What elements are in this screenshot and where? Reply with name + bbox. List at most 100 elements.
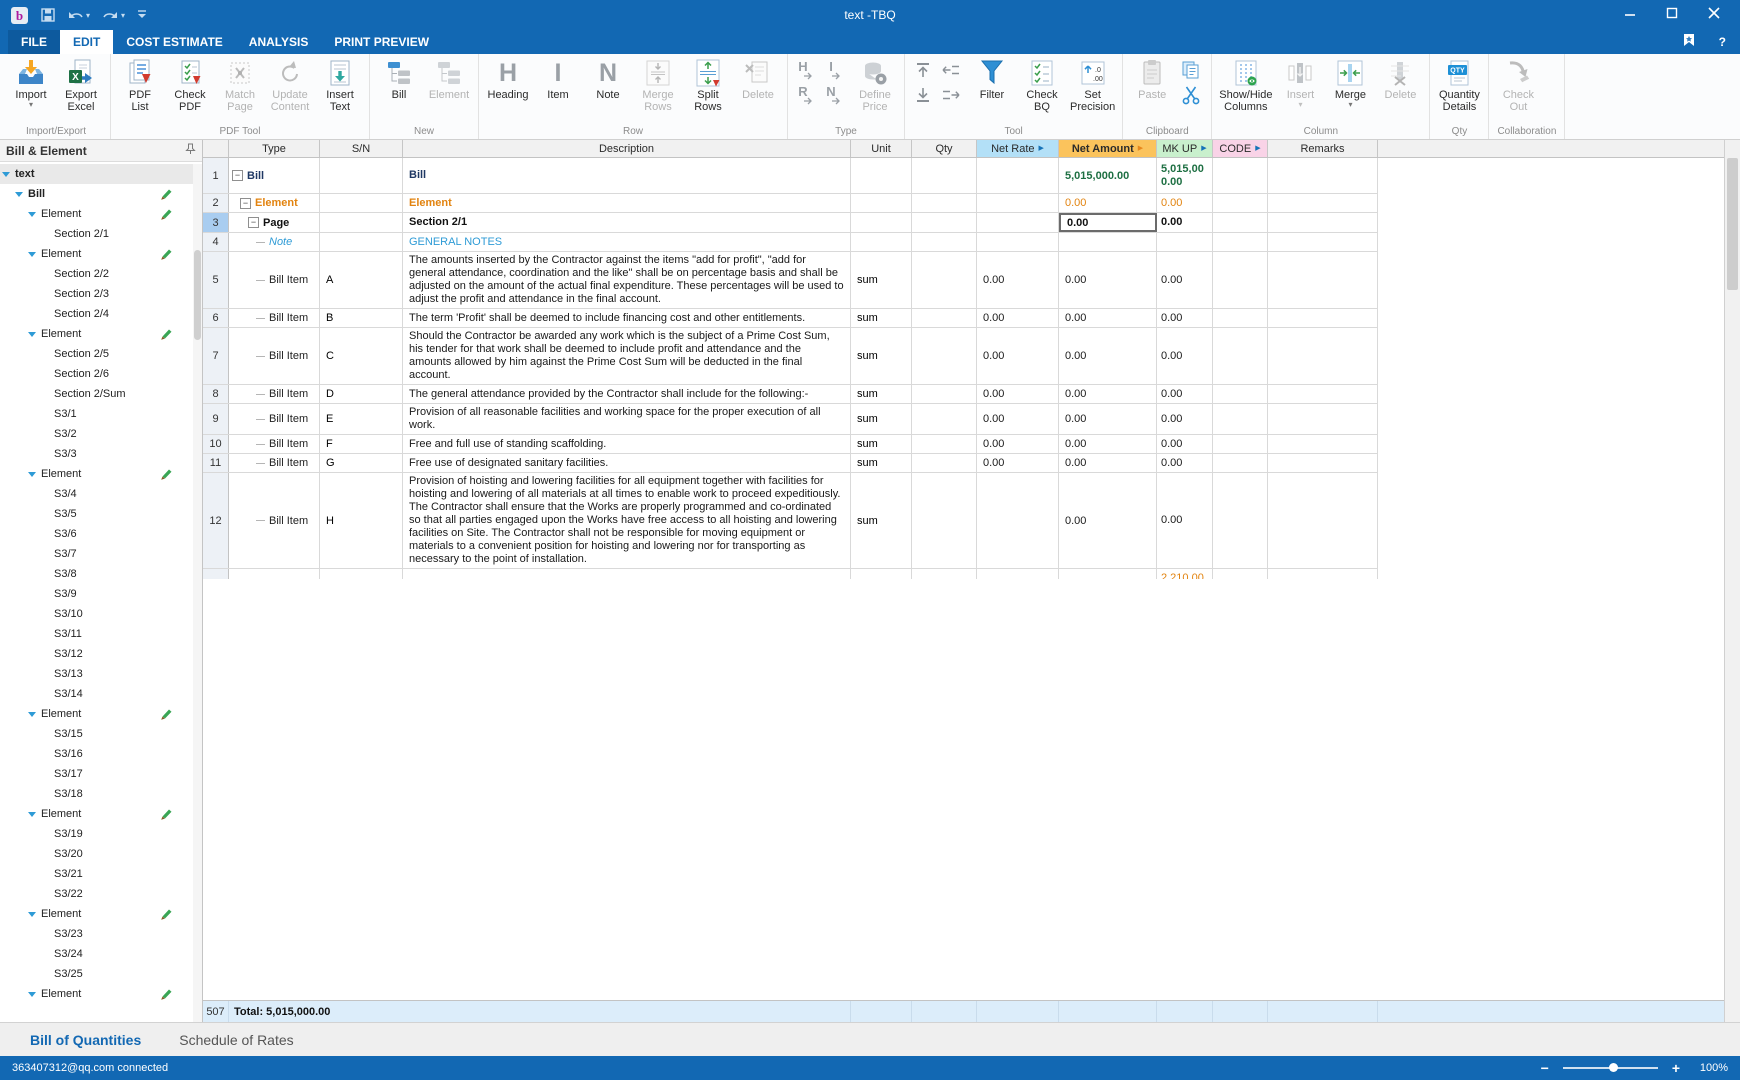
cell-unit[interactable]: sum — [851, 252, 912, 308]
tree-item-s3-7[interactable]: S3/7 — [0, 544, 202, 564]
column-header-s-n[interactable]: S/N — [320, 140, 403, 157]
cell-mkup[interactable]: 0.00 — [1157, 473, 1213, 568]
cell-unit[interactable] — [851, 233, 912, 251]
cell-net-amount[interactable]: 5,015,000.00 — [1059, 158, 1157, 193]
tree-item-section-2-4[interactable]: Section 2/4 — [0, 304, 202, 324]
tree-item-s3-10[interactable]: S3/10 — [0, 604, 202, 624]
ribbon-button-filter[interactable]: Filter — [967, 55, 1017, 101]
redo-caret-icon[interactable]: ▾ — [121, 11, 125, 20]
cell-description[interactable]: GENERAL NOTES — [403, 233, 851, 251]
edit-pencil-icon[interactable] — [158, 807, 172, 824]
edit-pencil-icon[interactable] — [158, 467, 172, 484]
cell-net-amount[interactable]: 0.00 — [1059, 473, 1157, 568]
tree-item-s3-17[interactable]: S3/17 — [0, 764, 202, 784]
tree-item-s3-5[interactable]: S3/5 — [0, 504, 202, 524]
chevron-down-icon[interactable] — [28, 252, 36, 257]
ribbon-button-note[interactable]: NNote — [583, 55, 633, 101]
cell-net-rate[interactable]: 0.00 — [977, 385, 1059, 403]
chevron-down-icon[interactable] — [28, 992, 36, 997]
cell-type[interactable]: −Bill — [229, 158, 320, 193]
chevron-down-icon[interactable] — [28, 812, 36, 817]
tree-item-bill[interactable]: Bill — [0, 184, 202, 204]
tree-item-s3-1[interactable]: S3/1 — [0, 404, 202, 424]
cell-net-rate[interactable]: 0.00 — [977, 404, 1059, 434]
ribbon-button-insert-text[interactable]: Insert Text — [315, 55, 365, 113]
cell-code[interactable] — [1213, 194, 1268, 212]
tree-item-element[interactable]: Element — [0, 324, 202, 344]
cell-type[interactable]: Bill Item — [229, 435, 320, 453]
column-header-code[interactable]: CODE▶ — [1213, 140, 1268, 157]
row-number[interactable]: 4 — [203, 233, 229, 251]
tab-edit[interactable]: EDIT — [60, 30, 113, 54]
cell-description[interactable]: Provision of all reasonable facilities a… — [403, 404, 851, 434]
chevron-down-icon[interactable] — [28, 912, 36, 917]
cell-mkup[interactable]: 0.00 — [1157, 404, 1213, 434]
ribbon-button-update-content[interactable]: Update Content — [265, 55, 315, 113]
tree-item-s3-8[interactable]: S3/8 — [0, 564, 202, 584]
cell-qty[interactable] — [912, 194, 977, 212]
tree-item-s3-25[interactable]: S3/25 — [0, 964, 202, 984]
cell-net-rate[interactable]: 0.00 — [977, 252, 1059, 308]
ribbon-button-check-pdf[interactable]: Check PDF — [165, 55, 215, 113]
row-number[interactable]: 6 — [203, 309, 229, 327]
cell-net-amount[interactable]: 2,210,000.00 — [1059, 569, 1157, 579]
tree-item-element[interactable]: Element — [0, 244, 202, 264]
cell-mkup[interactable]: 0.00 — [1157, 454, 1213, 472]
cell-net-amount[interactable] — [1059, 233, 1157, 251]
cell-sn[interactable]: F — [320, 435, 403, 453]
ribbon-button-merge[interactable]: Merge▾ — [1325, 55, 1375, 108]
row-number[interactable]: 9 — [203, 404, 229, 434]
tree-item-s3-9[interactable]: S3/9 — [0, 584, 202, 604]
cell-remarks[interactable] — [1268, 473, 1378, 568]
ribbon-button-delete[interactable]: Delete — [733, 55, 783, 101]
row-number[interactable]: 2 — [203, 194, 229, 212]
tree-item-element[interactable]: Element — [0, 804, 202, 824]
cell-qty[interactable] — [912, 252, 977, 308]
ribbon-button-type-rate[interactable]: R — [794, 83, 818, 107]
edit-pencil-icon[interactable] — [158, 707, 172, 724]
cell-net-amount[interactable]: 0.00 — [1059, 385, 1157, 403]
cell-qty[interactable] — [912, 385, 977, 403]
cell-net-amount[interactable]: 0.00 — [1059, 435, 1157, 453]
cell-mkup[interactable]: 0.00 — [1157, 252, 1213, 308]
cell-net-amount[interactable]: 0.00 — [1059, 194, 1157, 212]
minimize-button[interactable] — [1624, 6, 1636, 24]
cell-net-rate[interactable]: 0.00 — [977, 435, 1059, 453]
cell-description[interactable]: Free and full use of standing scaffoldin… — [403, 435, 851, 453]
column-header-net-rate[interactable]: Net Rate▶ — [977, 140, 1059, 157]
column-header-net-amount[interactable]: Net Amount▶ — [1059, 140, 1157, 157]
tree-item-s3-12[interactable]: S3/12 — [0, 644, 202, 664]
cell-mkup[interactable]: 2,210,000.00 — [1157, 569, 1213, 579]
cell-qty[interactable] — [912, 233, 977, 251]
ribbon-button-match-page[interactable]: Match Page — [215, 55, 265, 113]
grid-scrollbar-thumb[interactable] — [1727, 158, 1738, 290]
chevron-down-icon[interactable] — [15, 192, 23, 197]
cell-net-rate[interactable] — [977, 158, 1059, 193]
cell-sn[interactable]: D — [320, 385, 403, 403]
ribbon-button-show-hide-columns[interactable]: Show/Hide Columns — [1216, 55, 1275, 113]
cell-sn[interactable]: C — [320, 328, 403, 384]
pin-icon[interactable] — [185, 143, 196, 158]
tree-item-s3-23[interactable]: S3/23 — [0, 924, 202, 944]
cell-unit[interactable]: sum — [851, 435, 912, 453]
column-header-mk-up[interactable]: MK UP▶ — [1157, 140, 1213, 157]
cell-unit[interactable]: sum — [851, 454, 912, 472]
ribbon-button-split-rows[interactable]: Split Rows — [683, 55, 733, 113]
tree-item-s3-4[interactable]: S3/4 — [0, 484, 202, 504]
maximize-button[interactable] — [1666, 6, 1678, 24]
cell-code[interactable] — [1213, 233, 1268, 251]
chevron-down-icon[interactable] — [28, 332, 36, 337]
cell-remarks[interactable] — [1268, 194, 1378, 212]
ribbon-button-delete[interactable]: Delete — [1375, 55, 1425, 101]
chevron-down-icon[interactable] — [2, 172, 10, 177]
column-header-rownum[interactable] — [203, 140, 229, 157]
cell-qty[interactable] — [912, 435, 977, 453]
cell-unit[interactable] — [851, 194, 912, 212]
collapse-box-icon[interactable]: − — [240, 198, 251, 209]
ribbon-button-bill[interactable]: Bill — [374, 55, 424, 101]
cell-sn[interactable] — [320, 233, 403, 251]
row-number[interactable]: 12 — [203, 473, 229, 568]
cell-unit[interactable] — [851, 158, 912, 193]
cell-description[interactable]: The amounts inserted by the Contractor a… — [403, 252, 851, 308]
customize-toolbar-icon[interactable] — [137, 10, 147, 20]
